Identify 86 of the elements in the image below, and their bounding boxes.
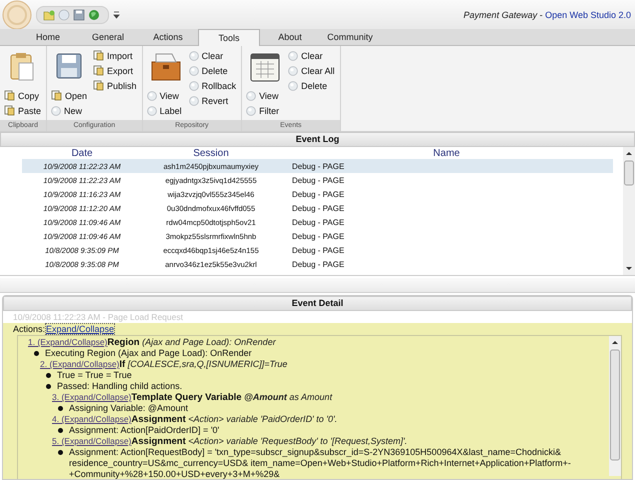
folder-icon[interactable] [43, 9, 55, 21]
table-cell-text: Debug - PAGE [291, 218, 346, 226]
ribbon-button[interactable]: Rollback [188, 78, 238, 93]
round-button-icon [188, 66, 199, 76]
round-button-icon [288, 80, 298, 90]
document-icon [4, 90, 15, 101]
column-header[interactable]: Session [142, 148, 280, 158]
bullet-icon [58, 406, 63, 411]
expand-link[interactable]: Expand/Collapse [45, 323, 116, 335]
document-icon [4, 105, 15, 116]
ribbon-button[interactable]: Revert [188, 93, 238, 108]
ribbon-button[interactable]: Clear [287, 48, 336, 63]
bullet-icon [58, 428, 63, 433]
document-icon [51, 90, 62, 101]
document-icon [93, 65, 104, 76]
bullet-icon [58, 450, 63, 455]
action-heading: 4. (Expand/Collapse)Assignment <Action> variable 'PaidOrderID' to '0'. [52, 414, 338, 425]
column-header[interactable]: Name [280, 148, 613, 158]
table-cell-text: Debug - PAGE [291, 190, 346, 198]
app-orb-icon[interactable] [2, 0, 32, 30]
ribbon-tab[interactable]: General [78, 29, 138, 45]
column-header[interactable]: Date [22, 148, 142, 158]
log-line: Executing Region (Ajax and Page Load): OnRender [45, 348, 252, 359]
action-heading: 5. (Expand/Collapse)Assignment <Action> variable 'RequestBody' to '[Request,System]'. [52, 436, 408, 447]
document-icon [93, 50, 104, 61]
ribbon-button[interactable]: Filter [245, 103, 284, 118]
ribbon-button[interactable]: Import [92, 48, 138, 63]
ribbon-button[interactable]: Label [146, 103, 184, 118]
round-button-icon [188, 50, 199, 60]
panel-header: Event Log [0, 132, 635, 147]
round-button-icon [246, 90, 256, 100]
table-cell-text: Debug - PAGE [291, 232, 346, 240]
expand-link[interactable]: 1. (Expand/Collapse) [28, 337, 108, 347]
expand-link[interactable]: 2. (Expand/Collapse) [40, 359, 120, 369]
bullet-icon [46, 384, 51, 389]
actions-label: Actions: [13, 324, 46, 334]
ribbon-button[interactable]: Delete [287, 78, 336, 93]
ribbon-tab[interactable]: Actions [138, 29, 198, 45]
table-cell-text: Debug - PAGE [291, 260, 346, 268]
action-heading: 1. (Expand/Collapse)Region (Ajax and Page Load): OnRender [28, 337, 277, 348]
bullet-icon [34, 351, 39, 356]
globe-icon[interactable] [88, 9, 100, 21]
ribbon-button[interactable]: New [50, 103, 88, 118]
window-title: Payment Gateway - Open Web Studio 2.0 [464, 10, 631, 20]
panel-header: Event Detail [3, 296, 632, 311]
round-button-icon [188, 96, 199, 106]
ribbon-button[interactable]: Export [92, 63, 138, 78]
round-button-icon [246, 106, 256, 116]
table-cell-text: Debug - PAGE [291, 204, 346, 212]
ribbon-button[interactable]: Clear [188, 48, 238, 63]
ribbon-button[interactable]: Clear All [287, 63, 336, 78]
ribbon-button[interactable]: Delete [188, 63, 238, 78]
ribbon-button[interactable]: View [146, 88, 184, 103]
round-button-icon [188, 80, 199, 90]
ribbon-tab[interactable]: Tools [198, 29, 260, 47]
expand-link[interactable]: 5. (Expand/Collapse) [52, 436, 132, 446]
log-line: Passed: Handling child actions. [57, 381, 182, 392]
bullet-icon [46, 373, 51, 378]
ribbon-tab[interactable]: About [260, 29, 320, 45]
table-cell-text: Debug - PAGE [291, 246, 346, 254]
action-heading: 3. (Expand/Collapse)Template Query Variable @Amount as Amount [52, 392, 334, 403]
log-line: Assigning Variable: @Amount [69, 403, 188, 414]
expand-link[interactable]: 3. (Expand/Collapse) [52, 392, 132, 402]
floppy-icon[interactable] [73, 9, 85, 21]
document-icon [93, 80, 104, 91]
ribbon-button[interactable]: Publish [92, 78, 138, 93]
sphere-icon[interactable] [58, 9, 70, 21]
ribbon-button[interactable]: View [245, 88, 284, 103]
round-button-icon [51, 106, 62, 116]
ribbon-tab[interactable]: Home [18, 29, 78, 45]
table-cell-text: Debug - PAGE [291, 176, 346, 184]
ribbon-button[interactable]: Copy [3, 88, 42, 103]
log-line: Assignment: Action[RequestBody] = 'txn_type=subscr_signup&subscr_id=S-2YN369105H500964X&last_name=Chodnicki& residence_country=US&mc_currency=USD& item_name=Open+Web+Studio+Platform+Rich+Internet+Application+Platform+-+Community+%28+150.00+USD+every+3+M+%29& [69, 447, 572, 480]
round-button-icon [288, 50, 298, 60]
ribbon-button[interactable]: Open [50, 88, 88, 103]
log-line: True = True = True [57, 370, 132, 381]
round-button-icon [288, 66, 298, 76]
action-heading: 2. (Expand/Collapse)If [COALESCE,sra,Q,[ISNUMERIC]]=True [40, 359, 288, 370]
log-line: Assignment: Action[PaidOrderID] = '0' [69, 425, 220, 436]
round-button-icon [146, 90, 157, 100]
ribbon-button[interactable]: Paste [3, 103, 42, 118]
table-cell-text: Debug - PAGE [291, 162, 346, 170]
ribbon-tab[interactable]: Community [320, 29, 380, 45]
expand-link[interactable]: 4. (Expand/Collapse) [52, 414, 132, 424]
round-button-icon [146, 106, 157, 116]
dropdown-arrow-icon[interactable] [113, 10, 120, 20]
